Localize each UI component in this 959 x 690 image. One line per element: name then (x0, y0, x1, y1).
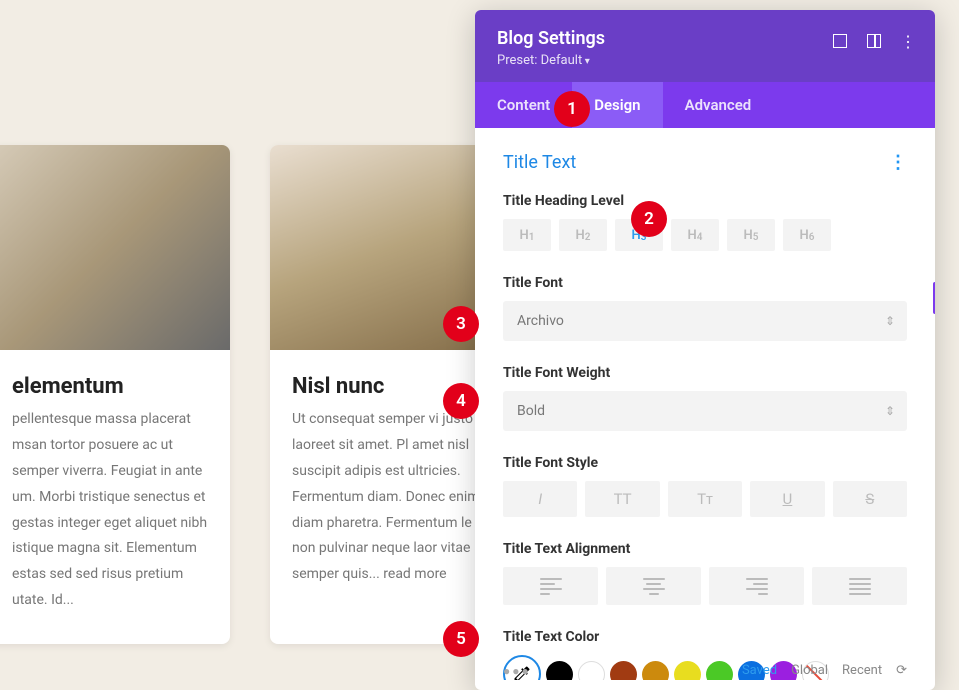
layout-icon[interactable] (865, 32, 883, 50)
font-style-group: I TT Tᴛ U S (503, 481, 907, 517)
card-excerpt: pellentesque massa placerat msan tortor … (12, 407, 208, 614)
italic-button[interactable]: I (503, 481, 577, 517)
blog-card: elementum pellentesque massa placerat ms… (0, 145, 230, 644)
align-center-button[interactable] (606, 567, 701, 605)
align-right-icon (746, 578, 768, 595)
font-select[interactable]: Archivo ⇕ (503, 301, 907, 341)
card-excerpt: Ut consequat semper vi justo laoreet sit… (292, 407, 488, 588)
kebab-menu-icon[interactable]: ⋮ (899, 32, 917, 50)
strikethrough-button[interactable]: S (833, 481, 907, 517)
font-select-value: Archivo (517, 313, 564, 329)
card-image (0, 145, 230, 350)
card-excerpt-text: Ut consequat semper vi justo laoreet sit… (292, 411, 480, 582)
more-options-icon[interactable]: ●●● (503, 664, 531, 678)
color-swatch-brown[interactable] (610, 661, 637, 681)
smallcaps-button[interactable]: Tᴛ (668, 481, 742, 517)
field-label-align: Title Text Alignment (503, 541, 907, 557)
annotation-badge-5: 5 (443, 621, 479, 657)
expand-icon[interactable] (831, 32, 849, 50)
color-swatch-black[interactable] (546, 661, 573, 681)
field-label-font: Title Font (503, 275, 907, 291)
heading-h4-button[interactable]: H4 (671, 219, 719, 251)
heading-h2-button[interactable]: H2 (559, 219, 607, 251)
preset-dropdown[interactable]: Preset: Default (497, 53, 913, 68)
underline-button[interactable]: U (750, 481, 824, 517)
heading-h5-button[interactable]: H5 (727, 219, 775, 251)
tab-advanced[interactable]: Advanced (663, 82, 774, 128)
weight-select-value: Bold (517, 403, 545, 419)
panel-header: Blog Settings Preset: Default ⋮ (475, 10, 935, 82)
swatch-set-links: Saved Global Recent ⟳ (742, 663, 907, 678)
swatch-set-saved[interactable]: Saved (742, 663, 777, 678)
swatch-set-refresh-icon[interactable]: ⟳ (896, 663, 907, 678)
heading-level-group: H1 H2 H3 H4 H5 H6 (503, 219, 907, 251)
color-swatch-green[interactable] (706, 661, 733, 681)
color-swatch-yellow[interactable] (674, 661, 701, 681)
align-justify-button[interactable] (812, 567, 907, 605)
panel-tabs: Content Design Advanced (475, 82, 935, 128)
align-left-icon (540, 578, 562, 595)
field-label-color: Title Text Color (503, 629, 907, 645)
uppercase-button[interactable]: TT (585, 481, 659, 517)
alignment-group (503, 567, 907, 605)
annotation-badge-2: 2 (631, 201, 667, 237)
field-label-style: Title Font Style (503, 455, 907, 471)
weight-select[interactable]: Bold ⇕ (503, 391, 907, 431)
heading-h6-button[interactable]: H6 (783, 219, 831, 251)
swatch-set-global[interactable]: Global (791, 663, 828, 678)
annotation-badge-1: 1 (554, 91, 590, 127)
annotation-badge-4: 4 (443, 383, 479, 419)
align-center-icon (643, 578, 665, 595)
field-label-heading: Title Heading Level (503, 193, 907, 209)
field-label-weight: Title Font Weight (503, 365, 907, 381)
read-more-link[interactable]: read more (383, 566, 446, 582)
select-caret-icon: ⇕ (885, 314, 895, 328)
section-menu-icon[interactable]: ⋮ (889, 152, 907, 173)
align-justify-icon (849, 578, 871, 595)
heading-h1-button[interactable]: H1 (503, 219, 551, 251)
align-left-button[interactable] (503, 567, 598, 605)
swatch-set-recent[interactable]: Recent (842, 663, 882, 678)
blog-settings-panel: Blog Settings Preset: Default ⋮ Content … (475, 10, 935, 690)
section-title: Title Text (503, 152, 576, 173)
select-caret-icon: ⇕ (885, 404, 895, 418)
card-title: elementum (12, 374, 208, 399)
color-swatch-amber[interactable] (642, 661, 669, 681)
align-right-button[interactable] (709, 567, 804, 605)
color-swatch-white[interactable] (578, 661, 605, 681)
annotation-badge-3: 3 (443, 306, 479, 342)
